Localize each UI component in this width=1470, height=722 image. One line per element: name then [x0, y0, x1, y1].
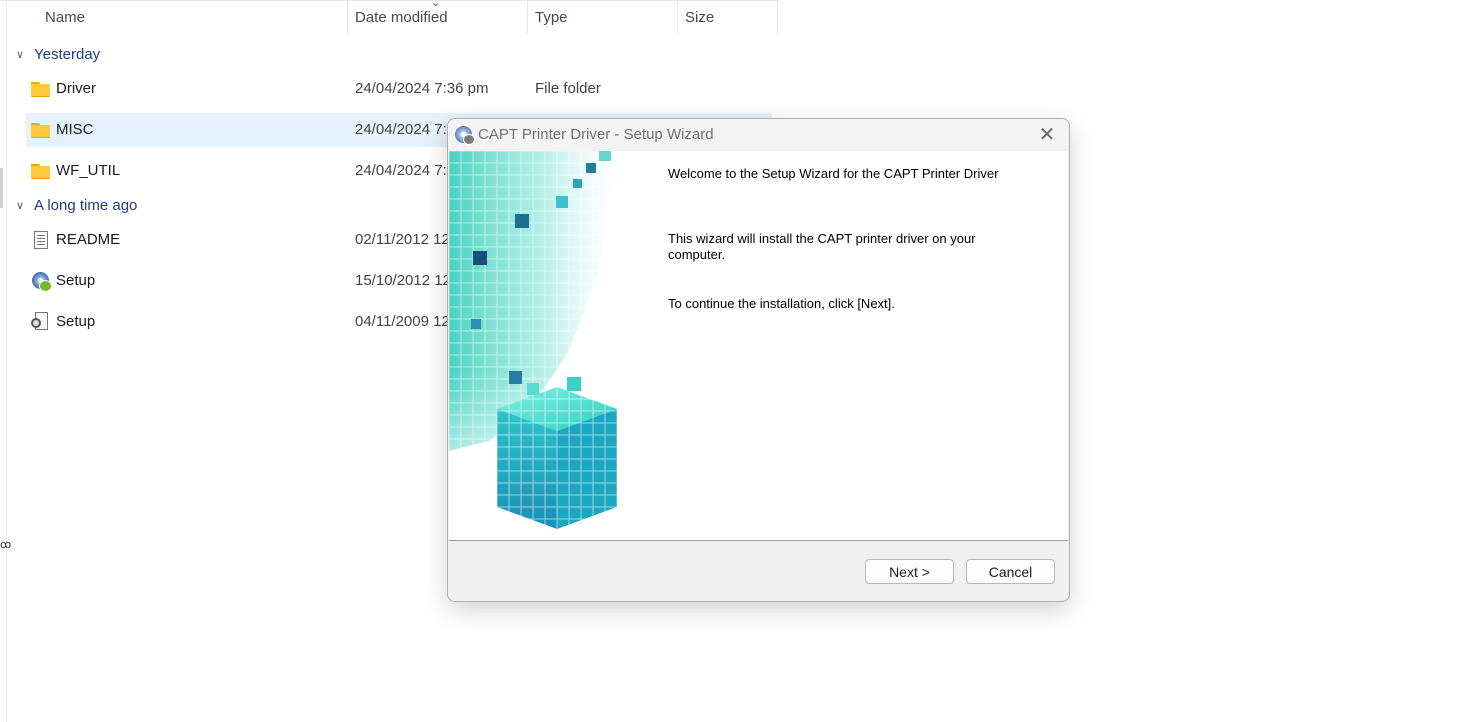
close-icon[interactable]: ✕ [1033, 121, 1061, 149]
scroll-indicator[interactable] [0, 168, 3, 208]
wizard-banner-image [449, 151, 650, 540]
chevron-down-icon[interactable]: ∨ [16, 43, 30, 67]
file-date: 24/04/2024 7:36 pm [355, 80, 489, 97]
group-header-a-long-time-ago[interactable]: ∨ A long time ago [16, 194, 137, 218]
column-header-size[interactable]: Size [678, 1, 778, 34]
column-header-name[interactable]: Name [37, 1, 348, 34]
sort-chevron-down-icon: ⌄ [431, 0, 441, 9]
group-label: A long time ago [34, 197, 138, 214]
welcome-heading: Welcome to the Setup Wizard for the CAPT… [668, 166, 999, 181]
file-name: Driver [56, 80, 96, 97]
navigation-pane-edge[interactable]: ꝏ [0, 0, 11, 722]
dialog-title: CAPT Printer Driver - Setup Wizard [478, 126, 714, 143]
wizard-content-area: Welcome to the Setup Wizard for the CAPT… [449, 151, 1068, 540]
folder-icon [31, 121, 51, 139]
setup-wizard-dialog: CAPT Printer Driver - Setup Wizard ✕ Wel… [447, 118, 1070, 602]
column-header-row: Name Date modified ⌄ Type Size [0, 0, 778, 35]
continue-instruction: To continue the installation, click [Nex… [668, 296, 895, 311]
file-name: Setup [56, 272, 96, 289]
file-date: 15/10/2012 12 [355, 272, 451, 289]
group-header-yesterday[interactable]: ∨ Yesterday [16, 43, 100, 67]
chevron-down-icon[interactable]: ∨ [16, 194, 30, 218]
installer-app-icon [455, 126, 475, 145]
file-name: WF_UTIL [56, 162, 121, 179]
column-header-type[interactable]: Type [528, 1, 678, 34]
group-label: Yesterday [34, 46, 101, 63]
text-document-icon [34, 231, 48, 249]
dialog-title-bar[interactable]: CAPT Printer Driver - Setup Wizard ✕ [448, 119, 1069, 151]
wizard-description: This wizard will install the CAPT printe… [668, 231, 976, 262]
next-button[interactable]: Next > [865, 559, 954, 584]
button-area-divider [449, 540, 1068, 541]
folder-icon [31, 80, 51, 98]
file-name: Setup [56, 313, 96, 330]
config-file-icon [31, 312, 48, 330]
folder-icon [31, 162, 51, 180]
setup-installer-icon [31, 272, 52, 292]
file-date: 02/11/2012 12 [355, 231, 450, 248]
edge-glyph: ꝏ [0, 539, 12, 551]
file-date: 24/04/2024 7: [355, 162, 447, 179]
file-name: README [56, 231, 121, 248]
list-item[interactable]: Driver 24/04/2024 7:36 pm File folder [26, 72, 772, 106]
file-date: 24/04/2024 7: [355, 121, 447, 138]
cancel-button[interactable]: Cancel [966, 559, 1055, 584]
file-name: MISC [56, 121, 94, 138]
file-date: 04/11/2009 12 [355, 313, 450, 330]
file-type: File folder [535, 80, 601, 97]
